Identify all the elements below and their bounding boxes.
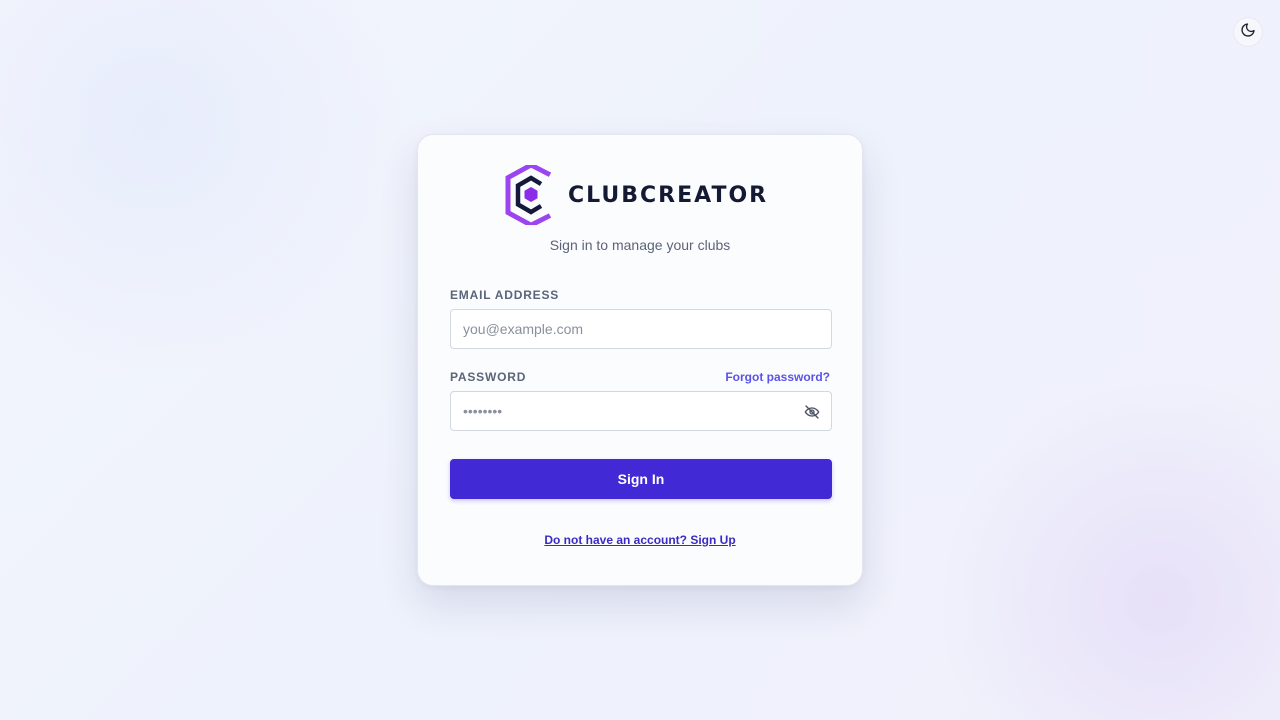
email-label: EMAIL ADDRESS [450, 288, 560, 302]
signup-row: Do not have an account? Sign Up [418, 531, 862, 549]
password-field[interactable] [451, 392, 831, 430]
email-field[interactable] [451, 310, 831, 348]
forgot-password-link[interactable]: Forgot password? [725, 370, 830, 384]
login-card: CLUBCREATOR Sign in to manage your clubs… [417, 134, 863, 586]
password-field-wrapper [450, 391, 832, 431]
clubcreator-logo-icon [505, 165, 552, 225]
eye-off-icon [804, 405, 820, 419]
password-label: PASSWORD [450, 370, 527, 384]
email-field-wrapper [450, 309, 832, 349]
sign-up-link[interactable]: Do not have an account? Sign Up [544, 533, 735, 547]
brand-logo: CLUBCREATOR [504, 165, 768, 225]
brand-name: CLUBCREATOR [568, 182, 769, 208]
sign-in-button[interactable]: Sign In [450, 459, 832, 499]
login-subtitle: Sign in to manage your clubs [549, 237, 731, 253]
moon-icon [1240, 22, 1256, 43]
theme-toggle-button[interactable] [1233, 17, 1263, 47]
toggle-password-visibility-button[interactable] [803, 403, 821, 421]
